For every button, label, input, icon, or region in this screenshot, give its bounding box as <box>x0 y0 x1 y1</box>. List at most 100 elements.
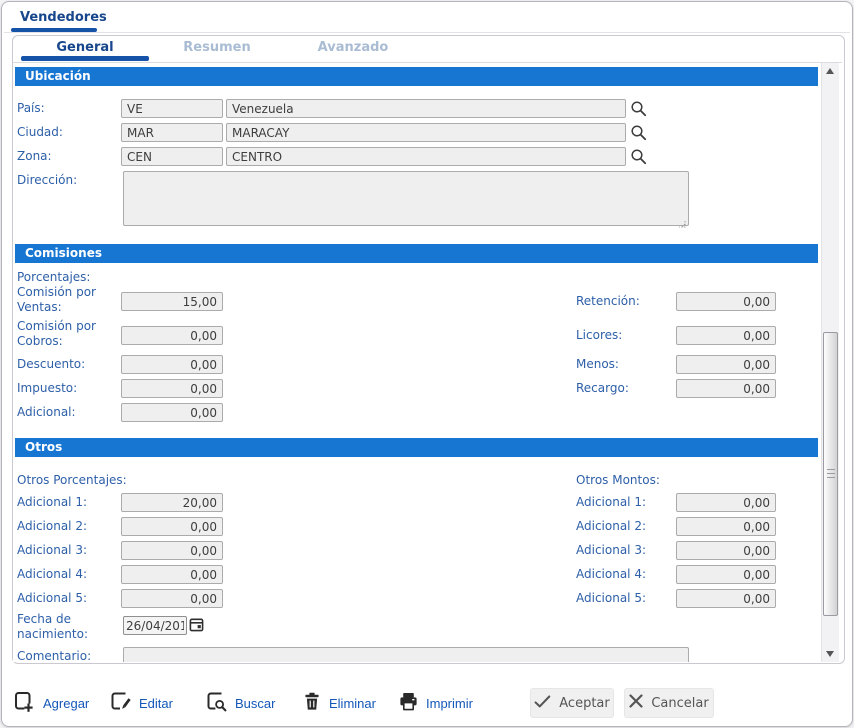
otros-pct-adicional5-input[interactable] <box>121 589 223 608</box>
direccion-resize-handle[interactable] <box>677 214 687 224</box>
impuesto-input[interactable] <box>121 379 223 398</box>
recargo-input[interactable] <box>676 379 776 398</box>
otros-monto-adicional3-label: Adicional 3: <box>576 543 646 558</box>
pais-label: País: <box>17 101 45 116</box>
menos-label: Menos: <box>576 357 619 372</box>
search-document-icon <box>206 691 228 716</box>
scrollbar-down-button[interactable] <box>822 646 839 662</box>
otros-pct-adicional2-label: Adicional 2: <box>17 519 87 534</box>
agregar-label: Agregar <box>43 696 89 711</box>
add-document-icon <box>14 691 36 716</box>
buscar-button[interactable]: Buscar <box>206 690 275 716</box>
otros-pct-adicional1-input[interactable] <box>121 493 223 512</box>
tab-general-label: General <box>56 40 113 55</box>
imprimir-button[interactable]: Imprimir <box>398 690 473 716</box>
cancelar-label: Cancelar <box>651 696 708 711</box>
buscar-label: Buscar <box>235 696 275 711</box>
zona-code-input[interactable] <box>121 147 223 166</box>
otros-monto-adicional3-input[interactable] <box>676 541 776 560</box>
scrollbar-thumb[interactable] <box>823 332 838 616</box>
scrollbar-grip-icon <box>827 469 835 478</box>
aceptar-label: Aceptar <box>559 696 609 711</box>
edit-document-icon <box>110 691 132 716</box>
fecha-nacimiento-input[interactable] <box>123 616 187 635</box>
adicional-label: Adicional: <box>17 405 76 420</box>
zona-name-input[interactable] <box>226 147 626 166</box>
scrollbar-up-button[interactable] <box>822 63 839 79</box>
otros-monto-adicional1-input[interactable] <box>676 493 776 512</box>
direccion-textarea[interactable] <box>123 171 689 226</box>
retencion-label: Retención: <box>576 294 640 309</box>
zona-label: Zona: <box>17 149 52 164</box>
comision-ventas-input[interactable] <box>121 292 223 311</box>
agregar-button[interactable]: Agregar <box>14 690 89 716</box>
tab-panel: General Resumen Avanzado Ubicación País:… <box>12 35 845 664</box>
pais-name-input[interactable] <box>226 99 626 118</box>
aceptar-button[interactable]: Aceptar <box>530 688 614 718</box>
section-header-ubicacion: Ubicación <box>15 67 818 86</box>
fecha-nacimiento-label: Fecha de nacimiento: <box>17 612 107 642</box>
otros-pct-adicional5-label: Adicional 5: <box>17 591 87 606</box>
otros-porcentajes-subtitle: Otros Porcentajes: <box>17 473 127 488</box>
adicional-input[interactable] <box>121 403 223 422</box>
otros-pct-adicional4-input[interactable] <box>121 565 223 584</box>
ciudad-name-input[interactable] <box>226 123 626 142</box>
tab-avanzado[interactable]: Avanzado <box>285 38 421 58</box>
otros-monto-adicional2-label: Adicional 2: <box>576 519 646 534</box>
comentario-label: Comentario: <box>17 649 91 662</box>
otros-monto-adicional2-input[interactable] <box>676 517 776 536</box>
otros-pct-adicional2-input[interactable] <box>121 517 223 536</box>
editar-button[interactable]: Editar <box>110 690 173 716</box>
pais-search-icon[interactable] <box>630 100 647 117</box>
otros-pct-adicional3-label: Adicional 3: <box>17 543 87 558</box>
licores-label: Licores: <box>576 328 622 343</box>
vendedores-app: Vendedores General Resumen Avanzado Ubic… <box>0 0 854 728</box>
descuento-label: Descuento: <box>17 357 85 372</box>
active-tab-indicator <box>21 56 149 61</box>
tab-general[interactable]: General <box>21 38 149 58</box>
zona-search-icon[interactable] <box>630 148 647 165</box>
otros-pct-adicional3-input[interactable] <box>121 541 223 560</box>
otros-pct-adicional4-label: Adicional 4: <box>17 567 87 582</box>
tab-resumen[interactable]: Resumen <box>149 38 285 58</box>
window-frame: Vendedores General Resumen Avanzado Ubic… <box>1 1 853 727</box>
form-scroll-area: Ubicación País: Ciudad: Zona: <box>13 62 842 662</box>
ciudad-label: Ciudad: <box>17 125 63 140</box>
arrow-up-icon <box>826 68 834 74</box>
eliminar-button[interactable]: Eliminar <box>302 690 376 716</box>
porcentajes-subtitle: Porcentajes: <box>17 270 90 285</box>
cancelar-button[interactable]: Cancelar <box>624 688 714 718</box>
trash-icon <box>302 691 322 715</box>
direccion-label: Dirección: <box>17 173 77 188</box>
section-header-otros: Otros <box>15 438 818 457</box>
otros-pct-adicional1-label: Adicional 1: <box>17 495 87 510</box>
comentario-textarea[interactable] <box>123 647 689 662</box>
imprimir-label: Imprimir <box>426 696 473 711</box>
tab-resumen-label: Resumen <box>183 40 250 55</box>
comision-ventas-label: Comisión por Ventas: <box>17 285 117 315</box>
otros-monto-adicional5-input[interactable] <box>676 589 776 608</box>
otros-monto-adicional1-label: Adicional 1: <box>576 495 646 510</box>
otros-monto-adicional4-label: Adicional 4: <box>576 567 646 582</box>
descuento-input[interactable] <box>121 355 223 374</box>
arrow-down-icon <box>826 651 834 657</box>
section-header-comisiones: Comisiones <box>15 244 818 263</box>
retencion-input[interactable] <box>676 292 776 311</box>
pais-code-input[interactable] <box>121 99 223 118</box>
check-icon <box>534 695 551 712</box>
vertical-scrollbar[interactable] <box>821 63 839 662</box>
licores-input[interactable] <box>676 326 776 345</box>
otros-monto-adicional5-label: Adicional 5: <box>576 591 646 606</box>
printer-icon <box>398 691 419 715</box>
window-title: Vendedores <box>20 10 107 25</box>
recargo-label: Recargo: <box>576 381 629 396</box>
otros-montos-subtitle: Otros Montos: <box>576 473 660 488</box>
ciudad-code-input[interactable] <box>121 123 223 142</box>
menos-input[interactable] <box>676 355 776 374</box>
calendar-icon[interactable] <box>189 617 206 634</box>
comision-cobros-label: Comisión por Cobros: <box>17 319 117 349</box>
otros-monto-adicional4-input[interactable] <box>676 565 776 584</box>
comision-cobros-input[interactable] <box>121 326 223 345</box>
ciudad-search-icon[interactable] <box>630 124 647 141</box>
impuesto-label: Impuesto: <box>17 381 77 396</box>
